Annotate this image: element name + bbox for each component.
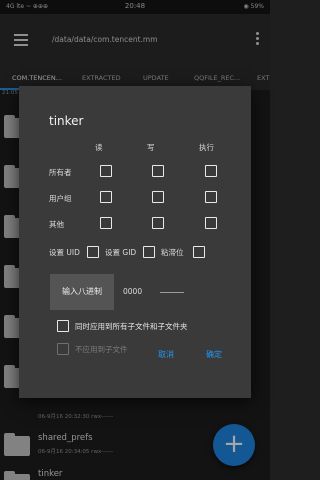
setgid-label: 设置 GID [105,248,137,257]
octal-input-button[interactable]: 输入八进制 [50,274,114,310]
dialog-title: tinker [49,114,84,128]
row-others: 其他 [49,220,64,229]
apply-recursive-checkbox[interactable] [57,320,69,332]
group-execute-checkbox[interactable] [205,191,217,203]
apply-files-only-checkbox [57,343,69,355]
permissions-dialog: tinker 读 写 执行 所有者 用户组 其他 设置 UID 设置 GID 粘… [19,86,251,398]
ok-button[interactable]: 确定 [206,349,222,360]
setgid-checkbox[interactable] [143,246,155,258]
cancel-button[interactable]: 取消 [158,349,174,360]
owner-write-checkbox[interactable] [152,165,164,177]
setuid-label: 设置 UID [49,248,80,257]
setuid-checkbox[interactable] [87,246,99,258]
sticky-checkbox[interactable] [193,246,205,258]
octal-value: 0000 [123,287,143,296]
octal-input-underline[interactable] [160,292,184,293]
group-read-checkbox[interactable] [100,191,112,203]
column-write: 写 [147,143,155,152]
column-read: 读 [95,143,103,152]
sticky-label: 粘滞位 [161,248,184,257]
others-write-checkbox[interactable] [152,217,164,229]
owner-execute-checkbox[interactable] [205,165,217,177]
apply-recursive-label[interactable]: 同时应用到所有子文件和子文件夹 [75,321,188,332]
row-owner: 所有者 [49,168,72,177]
group-write-checkbox[interactable] [152,191,164,203]
others-execute-checkbox[interactable] [205,217,217,229]
others-read-checkbox[interactable] [100,217,112,229]
row-group: 用户组 [49,194,72,203]
column-execute: 执行 [199,143,214,152]
apply-files-only-label: 不应用到子文件 [75,345,128,354]
owner-read-checkbox[interactable] [100,165,112,177]
